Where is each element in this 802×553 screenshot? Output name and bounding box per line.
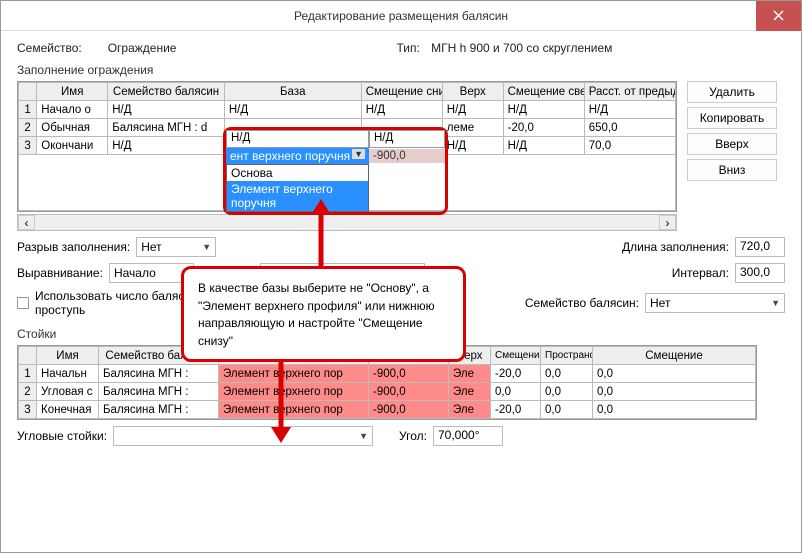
col-name[interactable]: Имя [37,83,108,101]
down-button[interactable]: Вниз [687,159,777,181]
chevron-down-icon: ▼ [202,242,211,252]
chevron-down-icon: ▼ [352,149,365,159]
align-label: Выравнивание: [17,266,103,280]
h-scrollbar[interactable]: ‹ › [17,214,677,231]
angle-field[interactable]: 70,000° [433,426,503,446]
pcol-off[interactable]: Смещение [593,347,756,365]
up-button[interactable]: Вверх [687,133,777,155]
cell-top[interactable]: Н/Д [442,137,503,155]
interval-field[interactable]: 300,0 [735,263,785,283]
base-dropdown-list[interactable]: Основа Элемент верхнего поручня [226,164,369,212]
cell-fam[interactable]: Н/Д [108,137,225,155]
row1-offb-visible[interactable]: Н/Д [369,130,445,148]
cell-top[interactable]: Н/Д [442,101,503,119]
type-label: Тип: [396,41,419,55]
cell-offb[interactable]: Н/Д [361,101,442,119]
header-line: Семейство: Ограждение Тип: МГН h 900 и 7… [17,41,785,55]
type-value: МГН h 900 и 700 со скруглением [431,41,612,55]
cell-fam[interactable]: Н/Д [108,101,225,119]
cell-dist[interactable]: Н/Д [584,101,675,119]
row-num: 2 [19,119,37,137]
cell-name[interactable]: Обычная [37,119,108,137]
chevron-down-icon: ▼ [771,298,780,308]
fill-row-1[interactable]: 1 Начало о Н/Д Н/Д Н/Д Н/Д Н/Д Н/Д [19,101,676,119]
pcol-name[interactable]: Имя [37,347,99,365]
scroll-left-button[interactable]: ‹ [18,215,35,230]
cell-name[interactable]: Начало о [37,101,108,119]
col-offset-bottom[interactable]: Смещение снизу [361,83,442,101]
chevron-down-icon: ▼ [359,431,368,441]
col-distance[interactable]: Расст. от предыдущ [584,83,675,101]
posts-row-3[interactable]: 3 Конечная Балясина МГН : Элемент верхне… [19,401,756,419]
col-top[interactable]: Верх [442,83,503,101]
instruction-callout: В качестве базы выберите не "Основу", а … [181,266,466,362]
row1-base-visible[interactable]: Н/Д [226,130,369,148]
corner-posts-label: Угловые стойки: [17,429,107,443]
offb-highlight[interactable]: -900,0 [369,149,445,163]
fill-legend: Заполнение ограждения [17,63,785,77]
interval-label: Интервал: [672,266,729,280]
posts-row-2[interactable]: 2 Угловая с Балясина МГН : Элемент верхн… [19,383,756,401]
close-icon [773,10,784,21]
cell-fam[interactable]: Балясина МГН : d [108,119,225,137]
baluster-family-select[interactable]: Нет▼ [645,293,785,313]
break-label: Разрыв заполнения: [17,240,130,254]
copy-button[interactable]: Копировать [687,107,777,129]
dropdown-option-osnova[interactable]: Основа [227,165,368,181]
window-title: Редактирование размещения балясин [294,9,508,23]
pcol-offt[interactable]: Смещение сверху [491,347,541,365]
annotation-arrow-down [261,351,301,446]
col-offset-top[interactable]: Смещение сверху [503,83,584,101]
row-num: 1 [19,101,37,119]
posts-row-1[interactable]: 1 Начальн Балясина МГН : Элемент верхнег… [19,365,756,383]
delete-button[interactable]: Удалить [687,81,777,103]
fill-length-label: Длина заполнения: [622,240,729,254]
cell-dist[interactable]: 70,0 [584,137,675,155]
use-count-checkbox[interactable] [17,297,29,309]
row-num: 3 [19,137,37,155]
cell-offt[interactable]: -20,0 [503,119,584,137]
callout-text: В качестве базы выберите не "Основу", а … [198,281,435,348]
corner-posts-select[interactable]: ▼ [113,426,373,446]
cell-offt[interactable]: Н/Д [503,101,584,119]
family-label: Семейство: [17,41,82,55]
corner-cell [19,83,37,101]
cell-offt[interactable]: Н/Д [503,137,584,155]
title-bar: Редактирование размещения балясин [1,1,801,31]
baluster-family-label: Семейство балясин: [525,296,639,310]
break-select[interactable]: Нет▼ [136,237,216,257]
angle-label: Угол: [399,429,427,443]
cell-base[interactable]: Н/Д [224,101,361,119]
pcol-space[interactable]: Пространство [541,347,593,365]
fill-length-field[interactable]: 720,0 [735,237,785,257]
annotation-arrow-up [301,199,341,271]
cell-dist[interactable]: 650,0 [584,119,675,137]
fill-header-row: Имя Семейство балясин База Смещение сниз… [19,83,676,101]
col-base[interactable]: База [224,83,361,101]
base-select-open[interactable]: ент верхнего поручня ▼ [226,148,369,164]
dropdown-option-element[interactable]: Элемент верхнего поручня [227,181,368,211]
cell-top[interactable]: леме [442,119,503,137]
family-value: Ограждение [108,41,177,55]
col-family[interactable]: Семейство балясин [108,83,225,101]
scroll-right-button[interactable]: › [659,215,676,230]
close-button[interactable] [756,1,801,31]
cell-name[interactable]: Окончани [37,137,108,155]
